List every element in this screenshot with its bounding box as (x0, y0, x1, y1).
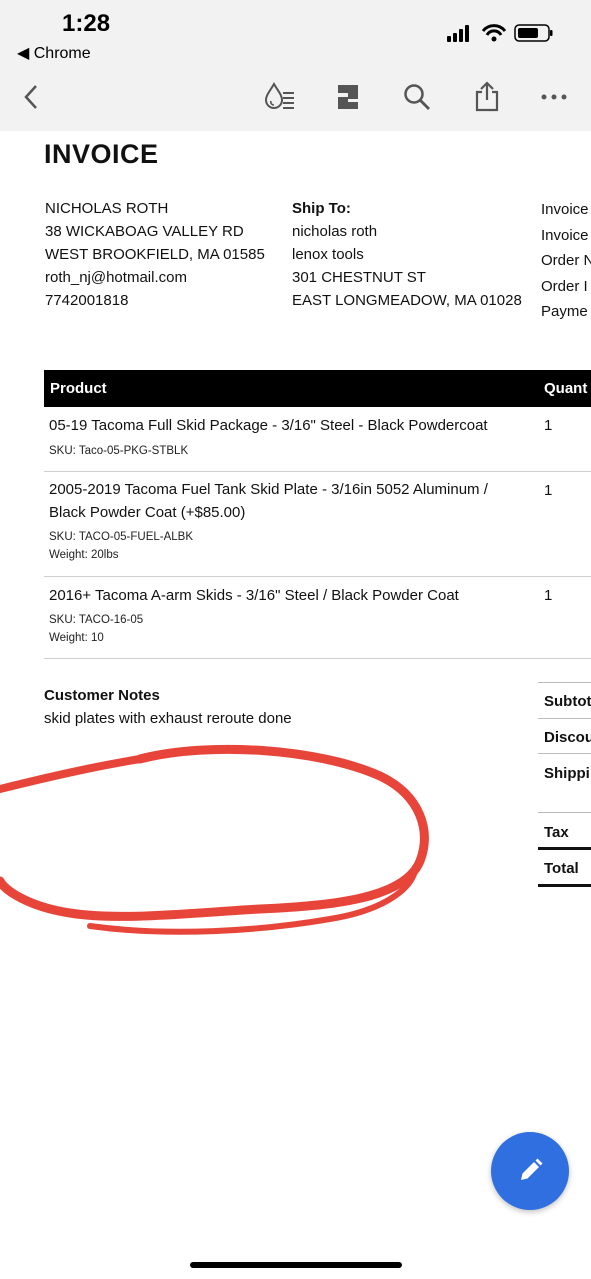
status-icons (445, 22, 555, 44)
water-drop-list-icon[interactable] (262, 80, 296, 114)
product-weight: Weight: 10 (49, 632, 104, 644)
meta-label: Invoice (541, 226, 589, 244)
product-name: 05-19 Tacoma Full Skid Package - 3/16" S… (49, 417, 488, 434)
top-bar: 1:28 ◀ Chrome (0, 0, 591, 131)
table-row: 2005-2019 Tacoma Fuel Tank Skid Plate - … (44, 472, 591, 577)
product-quantity: 1 (544, 417, 553, 434)
ship-to-address: Ship To: nicholas roth lenox tools 301 C… (292, 197, 522, 312)
invoice-title: INVOICE (44, 139, 159, 169)
invoice-document: INVOICE NICHOLAS ROTH 38 WICKABOAG VALLE… (0, 131, 591, 1279)
meta-label: Order I (541, 277, 588, 295)
product-name-line: 2005-2019 Tacoma Fuel Tank Skid Plate - … (49, 481, 488, 498)
bill-from-street: 38 WICKABOAG VALLEY RD (45, 223, 244, 240)
product-name-line: Black Powder Coat (+$85.00) (49, 504, 246, 521)
pencil-icon (521, 1158, 543, 1180)
product-weight: Weight: 20lbs (49, 549, 119, 561)
customer-notes-heading: Customer Notes (44, 687, 160, 704)
product-sku: SKU: TACO-16-05 (49, 614, 144, 626)
meta-label: Invoice (541, 201, 589, 218)
totals-divider (538, 753, 591, 754)
column-header-product: Product (50, 380, 107, 397)
totals-divider (538, 718, 591, 719)
red-annotation-circle (0, 744, 429, 935)
document-layout-icon[interactable] (331, 80, 365, 114)
totals-divider (538, 682, 591, 683)
share-icon[interactable] (470, 80, 504, 114)
back-to-app-link[interactable]: ◀ Chrome (17, 43, 91, 63)
customer-notes-text: skid plates with exhaust reroute done (44, 710, 292, 727)
ship-to-heading: Ship To: (292, 200, 351, 217)
bill-from-city: WEST BROOKFIELD, MA 01585 (45, 246, 265, 263)
bill-from-phone: 7742001818 (45, 292, 129, 309)
bill-from-name: NICHOLAS ROTH (45, 200, 169, 217)
meta-label: Payme (541, 303, 588, 320)
product-name: 2016+ Tacoma A-arm Skids - 3/16" Steel /… (49, 587, 459, 604)
ship-to-city: EAST LONGMEADOW, MA 01028 (292, 292, 522, 309)
product-sku: SKU: Taco-05-PKG-STBLK (49, 445, 189, 457)
bill-from-email: roth_nj@hotmail.com (45, 269, 187, 286)
status-time: 1:28 (62, 10, 111, 37)
product-name: 2005-2019 Tacoma Fuel Tank Skid Plate - … (49, 478, 524, 524)
table-row: 05-19 Tacoma Full Skid Package - 3/16" S… (44, 407, 591, 472)
total-label: Total (544, 860, 579, 877)
tax-label: Tax (544, 824, 569, 841)
product-table-header: Product Quant (44, 370, 591, 407)
subtotal-label: Subtot (544, 693, 591, 710)
table-row: 2016+ Tacoma A-arm Skids - 3/16" Steel /… (44, 577, 591, 659)
home-indicator[interactable] (190, 1262, 402, 1268)
product-quantity: 1 (544, 482, 553, 499)
product-sku: SKU: TACO-05-FUEL-ALBK (49, 531, 194, 543)
search-icon[interactable] (400, 80, 434, 114)
ship-to-street: 301 CHESTNUT ST (292, 269, 426, 286)
more-icon[interactable] (537, 80, 571, 114)
column-header-quantity: Quant (544, 380, 588, 397)
meta-label: Order N (541, 252, 591, 269)
discount-label: Discou (544, 729, 591, 746)
total-divider (538, 847, 591, 850)
product-quantity: 1 (544, 587, 553, 604)
ship-to-company: lenox tools (292, 246, 364, 263)
back-icon[interactable] (14, 80, 48, 114)
totals-divider (538, 812, 591, 813)
signal-wifi-battery-icons (447, 24, 553, 42)
bill-from-address: NICHOLAS ROTH 38 WICKABOAG VALLEY RD WES… (45, 197, 265, 312)
invoice-meta-labels: Invoice Invoice Order N Order I Payme (541, 197, 591, 325)
edit-fab-button[interactable] (491, 1132, 569, 1210)
ship-to-name: nicholas roth (292, 223, 378, 240)
total-divider (538, 884, 591, 887)
shipping-label: Shippi (544, 765, 590, 782)
